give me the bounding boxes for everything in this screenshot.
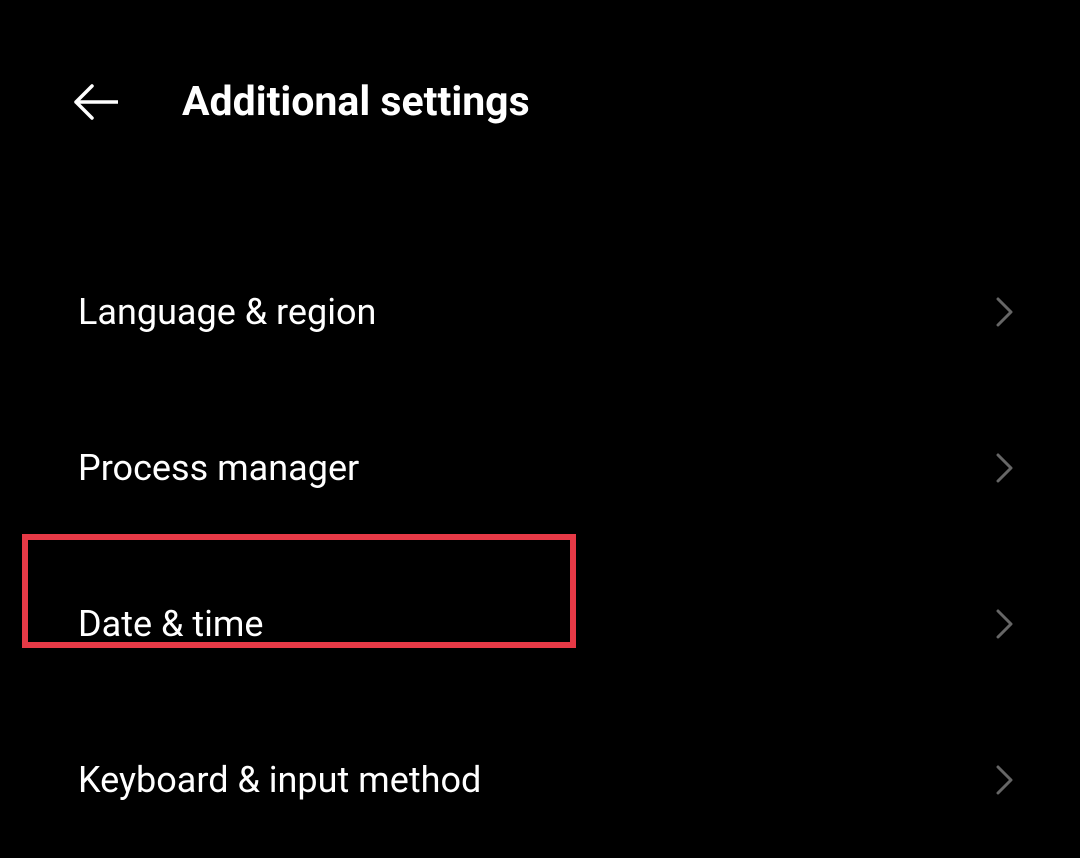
chevron-right-icon <box>990 765 1020 795</box>
settings-list: Language & region Process manager Date &… <box>0 234 1080 858</box>
settings-item-label: Keyboard & input method <box>78 759 481 801</box>
settings-item-label: Language & region <box>78 291 376 333</box>
settings-item-process-manager[interactable]: Process manager <box>0 390 1080 546</box>
settings-item-keyboard-input[interactable]: Keyboard & input method <box>0 702 1080 858</box>
settings-item-date-time[interactable]: Date & time <box>0 546 1080 702</box>
settings-item-label: Process manager <box>78 447 359 489</box>
page-title: Additional settings <box>182 78 530 126</box>
chevron-right-icon <box>990 609 1020 639</box>
back-button[interactable] <box>74 80 118 124</box>
arrow-left-icon <box>74 84 118 120</box>
chevron-right-icon <box>990 297 1020 327</box>
settings-item-label: Date & time <box>78 603 264 645</box>
page-header: Additional settings <box>0 0 1080 126</box>
settings-item-language-region[interactable]: Language & region <box>0 234 1080 390</box>
chevron-right-icon <box>990 453 1020 483</box>
